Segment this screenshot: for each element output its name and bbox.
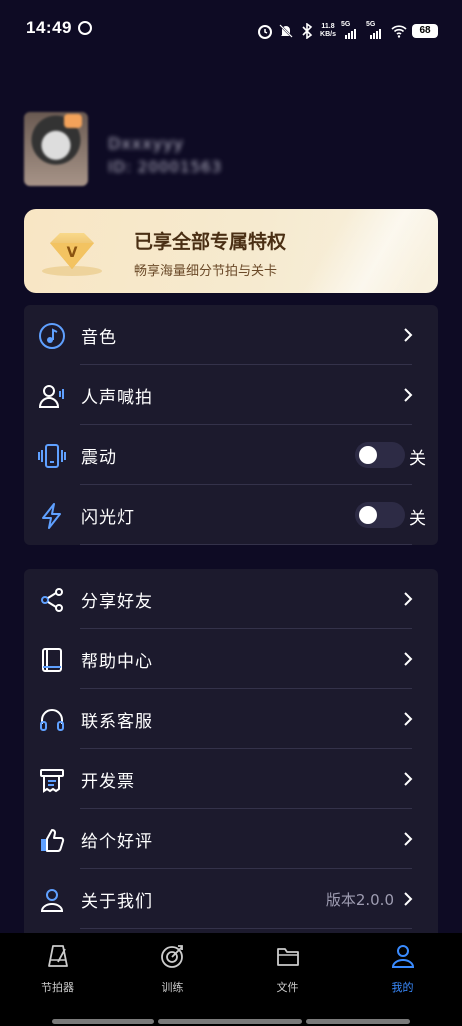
battery-indicator: 68 <box>412 24 438 38</box>
metronome-icon <box>48 945 68 967</box>
chevron-right-icon <box>404 832 413 846</box>
profile-icon <box>391 945 415 968</box>
net-speed-unit: KB/s <box>320 31 336 38</box>
headset-icon <box>40 709 64 731</box>
settings-item-label: 人声喊拍 <box>81 388 153 408</box>
user-icon <box>40 889 64 912</box>
chevron-right-icon <box>404 892 413 906</box>
alarm-icon <box>258 25 273 39</box>
chevron-right-icon <box>404 388 413 402</box>
more-item-share[interactable]: 分享好友 <box>24 569 438 629</box>
more-item-rate[interactable]: 给个好评 <box>24 809 438 869</box>
more-item-label: 分享好友 <box>81 592 153 612</box>
more-card: 分享好友 帮助中心 联系客服 开发票 给个好评 关于我们 版本2.0.0 <box>24 569 438 949</box>
more-item-label: 帮助中心 <box>81 652 153 672</box>
settings-item-voice-count[interactable]: 人声喊拍 <box>24 365 438 425</box>
tab-label: 训练 <box>161 981 184 994</box>
tab-label: 节拍器 <box>41 981 74 994</box>
vip-subtitle: 畅享海量细分节拍与关卡 <box>134 264 278 279</box>
invoice-icon <box>40 769 64 793</box>
home-indicator <box>52 1019 154 1024</box>
status-icons: 11.8 KB/s 5G 5G 68 <box>257 20 438 42</box>
bluetooth-icon <box>302 23 313 39</box>
settings-item-label: 音色 <box>81 328 117 348</box>
tab-files[interactable]: 文件 <box>230 933 345 1013</box>
bottom-tab-bar: 节拍器 训练 文件 我的 <box>0 933 462 1026</box>
more-item-invoice[interactable]: 开发票 <box>24 749 438 809</box>
more-item-label: 开发票 <box>81 772 135 792</box>
voice-count-icon <box>38 385 64 408</box>
more-item-service[interactable]: 联系客服 <box>24 689 438 749</box>
net-speed-value: 11.8 <box>321 23 335 30</box>
folder-icon <box>277 948 299 966</box>
tab-training[interactable]: 训练 <box>115 933 230 1013</box>
signal-label: 5G <box>366 21 376 28</box>
toggle-state: 关 <box>409 449 426 469</box>
settings-item-vibrate[interactable]: 震动 关 <box>24 425 438 485</box>
settings-item-timbre[interactable]: 音色 <box>24 305 438 365</box>
wifi-icon <box>391 25 407 38</box>
vip-badge-letter: V <box>67 245 78 261</box>
more-item-label: 给个好评 <box>81 832 153 852</box>
flash-icon <box>42 503 61 529</box>
status-time: 14:49 <box>26 18 72 37</box>
settings-card: 音色 人声喊拍 震动 关 闪光灯 关 <box>24 305 438 545</box>
vip-title: 已享全部专属特权 <box>134 231 287 253</box>
thumbs-up-icon <box>41 829 65 852</box>
settings-item-label: 闪光灯 <box>81 508 135 528</box>
chevron-right-icon <box>404 328 413 342</box>
target-icon <box>161 945 183 968</box>
chevron-right-icon <box>404 772 413 786</box>
more-item-label: 关于我们 <box>81 892 153 912</box>
vip-banner[interactable]: V 已享全部专属特权 畅享海量细分节拍与关卡 <box>24 209 438 293</box>
tab-label: 文件 <box>276 981 299 994</box>
home-indicator <box>158 1019 302 1024</box>
user-id: ID: 20001563 <box>108 158 223 176</box>
toggle-state: 关 <box>409 509 426 529</box>
flash-toggle[interactable] <box>355 502 405 528</box>
more-item-label: 联系客服 <box>81 712 153 732</box>
avatar-decoration <box>64 114 82 128</box>
settings-item-label: 震动 <box>81 448 117 468</box>
tab-metronome[interactable]: 节拍器 <box>0 933 115 1013</box>
tab-mine[interactable]: 我的 <box>345 933 460 1013</box>
settings-item-flash[interactable]: 闪光灯 关 <box>24 485 438 545</box>
more-item-help[interactable]: 帮助中心 <box>24 629 438 689</box>
vip-diamond-icon: V <box>42 233 102 276</box>
net-speed: 11.8 KB/s <box>320 23 336 39</box>
signal-5g-2: 5G <box>366 21 386 39</box>
more-item-about[interactable]: 关于我们 版本2.0.0 <box>24 869 438 929</box>
sync-icon <box>78 21 92 35</box>
status-bar: 14:49 11.8 KB/s 5G 5G 68 <box>0 0 462 60</box>
chevron-right-icon <box>404 592 413 606</box>
chevron-right-icon <box>404 712 413 726</box>
app-version: 版本2.0.0 <box>325 891 394 909</box>
home-indicator <box>306 1019 410 1024</box>
vibrate-toggle[interactable] <box>355 442 405 468</box>
tab-label: 我的 <box>391 981 414 994</box>
signal-5g-1: 5G <box>341 21 361 39</box>
help-book-icon <box>42 648 62 672</box>
profile-header[interactable]: Dxxxyyy ID: 20001563 <box>24 112 444 192</box>
vibrate-icon <box>38 444 66 468</box>
timbre-icon <box>39 323 65 349</box>
share-icon <box>41 588 63 612</box>
signal-label: 5G <box>341 21 351 28</box>
username: Dxxxyyy <box>108 134 185 153</box>
chevron-right-icon <box>404 652 413 666</box>
mute-icon <box>279 24 293 38</box>
